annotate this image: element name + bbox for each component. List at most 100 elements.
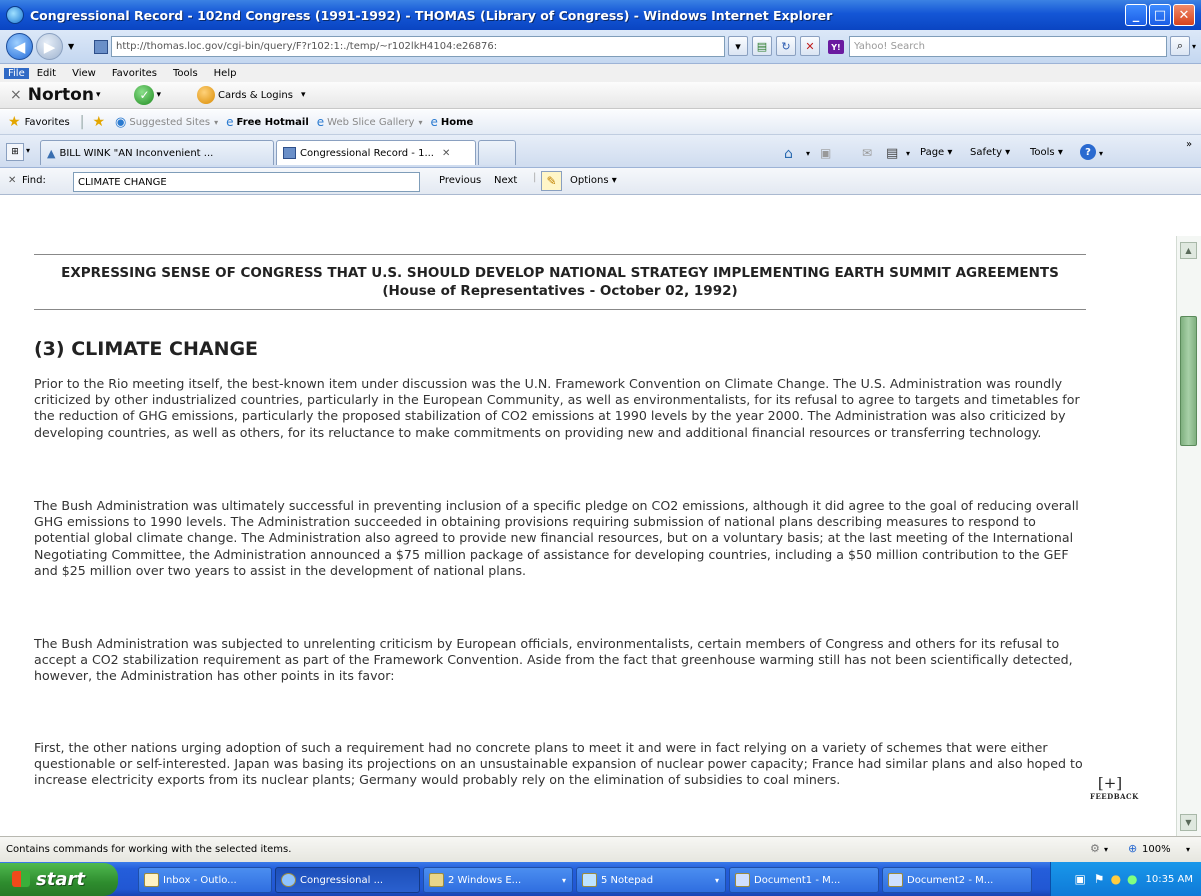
tab-bill-wink[interactable]: ▲ BILL WINK "AN Inconvenient ... <box>40 140 274 165</box>
recent-pages-dropdown-icon[interactable]: ▼ <box>68 42 74 51</box>
norton-status-dropdown-icon[interactable]: ▾ <box>156 90 161 100</box>
scroll-thumb[interactable] <box>1180 316 1197 446</box>
menu-view[interactable]: View <box>64 68 104 79</box>
free-hotmail-link[interactable]: Free Hotmail <box>237 117 309 128</box>
help-dropdown-icon[interactable]: ▾ <box>1099 149 1103 158</box>
paragraph-1: Prior to the Rio meeting itself, the bes… <box>34 376 1080 440</box>
word-icon <box>888 873 903 887</box>
find-options-label: Options <box>570 175 609 186</box>
page-menu[interactable]: Page ▾ <box>920 147 952 158</box>
tray-norton-icon[interactable]: ● <box>1111 872 1121 886</box>
protected-mode-dropdown-icon[interactable]: ▾ <box>1104 845 1108 854</box>
new-tab-button[interactable] <box>478 140 516 165</box>
tray-security-icon[interactable]: ⚑ <box>1094 872 1105 886</box>
cards-logins-button[interactable]: Cards & Logins <box>218 90 293 101</box>
find-next-button[interactable]: Next <box>494 175 517 186</box>
tray-network-icon[interactable]: ▣ <box>1074 872 1085 886</box>
home-dropdown-icon[interactable]: ▾ <box>806 149 810 158</box>
zoom-level[interactable]: 100% <box>1142 844 1171 855</box>
taskbar-item-label: Inbox - Outlo... <box>163 874 237 886</box>
url-input[interactable]: http://thomas.loc.gov/cgi-bin/query/F?r1… <box>111 36 725 57</box>
tab-list-dropdown-icon[interactable]: ▾ <box>26 146 30 155</box>
taskbar: start Inbox - Outlo... Congressional ...… <box>0 862 1201 896</box>
highlight-matches-icon[interactable]: ✎ <box>541 171 562 191</box>
taskbar-item-notepad[interactable]: 5 Notepad ▾ <box>576 867 726 893</box>
maximize-button[interactable]: □ <box>1149 4 1171 26</box>
window-title: Congressional Record - 102nd Congress (1… <box>30 7 833 23</box>
taskbar-item-outlook[interactable]: Inbox - Outlo... <box>138 867 272 893</box>
menu-favorites[interactable]: Favorites <box>104 68 165 79</box>
minimize-button[interactable]: _ <box>1125 4 1147 26</box>
feedback-plus: [+] <box>1097 774 1123 792</box>
menu-file[interactable]: File <box>4 67 29 79</box>
cards-logins-dropdown-icon[interactable]: ▾ <box>301 90 306 100</box>
taskbar-item-label: Congressional ... <box>300 874 384 886</box>
clock[interactable]: 10:35 AM <box>1146 874 1193 885</box>
taskbar-item-congressional[interactable]: Congressional ... <box>275 867 420 893</box>
refresh-icon[interactable]: ↻ <box>776 36 796 56</box>
close-button[interactable]: ✕ <box>1173 4 1195 26</box>
toolbar-overflow-icon[interactable]: » <box>1186 139 1192 150</box>
taskbar-item-document2[interactable]: Document2 - M... <box>882 867 1032 893</box>
stop-icon[interactable]: ✕ <box>800 36 820 56</box>
web-slice-dropdown-icon[interactable]: ▾ <box>418 118 422 127</box>
suggested-sites-icon: ◉ <box>115 114 127 130</box>
favorites-button[interactable]: Favorites <box>25 117 70 128</box>
start-label: start <box>36 869 85 890</box>
search-options-icon[interactable]: ▾ <box>1192 42 1196 51</box>
compatibility-view-icon[interactable]: ▤ <box>752 36 772 56</box>
safety-menu[interactable]: Safety ▾ <box>970 147 1010 158</box>
norton-dropdown-icon[interactable]: ▾ <box>96 90 101 100</box>
home-ie-icon: e <box>430 115 438 129</box>
feedback-label: FEEDBACK <box>1090 792 1139 801</box>
feedback-link[interactable]: [+] FEEDBACK <box>1090 774 1139 801</box>
notepad-icon <box>582 873 597 887</box>
find-close-icon[interactable]: ✕ <box>8 175 16 186</box>
search-icon[interactable]: ⌕ <box>1170 36 1190 56</box>
safety-menu-label: Safety <box>970 147 1002 158</box>
tools-menu[interactable]: Tools ▾ <box>1030 147 1063 158</box>
taskbar-item-label: Document1 - M... <box>754 874 841 886</box>
taskbar-item-document1[interactable]: Document1 - M... <box>729 867 879 893</box>
web-slice-gallery-link[interactable]: Web Slice Gallery <box>327 117 414 128</box>
scroll-down-arrow-icon[interactable]: ▼ <box>1180 814 1197 831</box>
suggested-sites-dropdown-icon[interactable]: ▾ <box>214 118 218 127</box>
start-button[interactable]: start <box>0 863 118 896</box>
help-icon[interactable]: ? <box>1080 144 1096 160</box>
tab-close-icon[interactable]: ✕ <box>442 148 450 159</box>
norton-brand[interactable]: Norton <box>28 85 94 105</box>
suggested-sites-link[interactable]: Suggested Sites <box>129 117 210 128</box>
protected-mode-icon[interactable]: ⚙ <box>1090 842 1100 855</box>
menu-help[interactable]: Help <box>206 68 245 79</box>
home-icon[interactable]: ⌂ <box>784 146 793 162</box>
address-dropdown-icon[interactable]: ▾ <box>728 36 748 56</box>
zoom-dropdown-icon[interactable]: ▾ <box>1186 845 1190 854</box>
scroll-up-arrow-icon[interactable]: ▲ <box>1180 242 1197 259</box>
norton-close-icon[interactable]: × <box>10 87 22 103</box>
forward-button[interactable]: ▶ <box>36 33 63 60</box>
norton-status-check-icon[interactable]: ✓ <box>134 85 155 105</box>
tab-label: BILL WINK "AN Inconvenient ... <box>59 147 214 159</box>
quick-tabs-icon[interactable]: ⊞ <box>6 143 24 161</box>
word-icon <box>735 873 750 887</box>
tab-label: Congressional Record - 1... <box>300 147 434 159</box>
read-mail-icon[interactable]: ✉ <box>862 146 872 160</box>
home-link[interactable]: Home <box>441 117 473 128</box>
tab-congressional-record[interactable]: Congressional Record - 1... ✕ <box>276 140 476 165</box>
menu-edit[interactable]: Edit <box>29 68 64 79</box>
back-button[interactable]: ◀ <box>6 33 33 60</box>
search-input[interactable]: Yahoo! Search <box>849 36 1167 57</box>
print-icon[interactable]: ▤ <box>886 146 898 161</box>
find-previous-button[interactable]: Previous <box>439 175 481 186</box>
find-input[interactable]: CLIMATE CHANGE <box>73 172 420 192</box>
tray-update-icon[interactable]: ● <box>1127 872 1137 886</box>
find-options-button[interactable]: Options ▾ <box>570 175 617 186</box>
vertical-scrollbar[interactable]: ▲ ▼ <box>1176 236 1201 836</box>
menu-tools[interactable]: Tools <box>165 68 206 79</box>
feeds-icon[interactable]: ▣ <box>820 146 831 160</box>
add-to-favorites-icon[interactable]: ★ <box>92 114 105 130</box>
window-title-bar[interactable]: Congressional Record - 102nd Congress (1… <box>0 0 1201 30</box>
print-dropdown-icon[interactable]: ▾ <box>906 149 910 158</box>
find-separator: | <box>533 172 537 183</box>
taskbar-item-windows-explorer[interactable]: 2 Windows E... ▾ <box>423 867 573 893</box>
